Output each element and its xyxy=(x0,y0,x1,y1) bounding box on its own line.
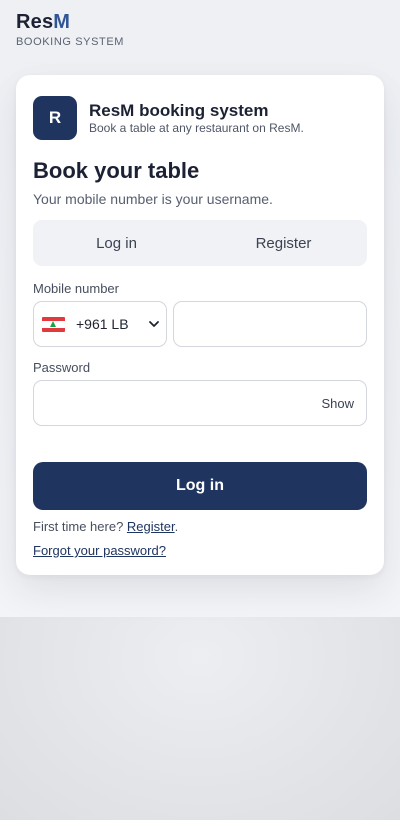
show-password-toggle[interactable]: Show xyxy=(321,396,354,412)
page-title: Book your table xyxy=(33,158,200,183)
page-footer-area xyxy=(0,617,400,820)
first-time-text: First time here? Register. xyxy=(33,519,178,535)
password-input[interactable] xyxy=(34,381,314,425)
restaurant-logo-badge: R xyxy=(33,96,77,140)
tab-log-in[interactable]: Log in xyxy=(33,220,200,266)
brand-logo-text[interactable]: ResM xyxy=(16,10,124,34)
card-subtitle: Book a table at any restaurant on ResM. xyxy=(89,121,304,135)
lebanon-flag-icon xyxy=(42,316,65,332)
login-card: R ResM booking system Book a table at an… xyxy=(16,75,384,575)
page-subtitle: Your mobile number is your username. xyxy=(33,191,273,207)
log-in-button[interactable]: Log in xyxy=(33,462,367,510)
forgot-password-link[interactable]: Forgot your password? xyxy=(33,543,166,558)
forgot-password-row: Forgot your password? xyxy=(33,543,166,559)
register-link[interactable]: Register xyxy=(127,519,175,534)
mobile-number-label: Mobile number xyxy=(33,281,119,296)
mobile-number-input[interactable] xyxy=(173,301,367,347)
country-code-value: +961 LB xyxy=(76,316,129,332)
chevron-down-icon xyxy=(149,321,159,327)
card-header: R ResM booking system Book a table at an… xyxy=(33,96,304,140)
brand-subtitle: BOOKING SYSTEM xyxy=(16,36,125,48)
tab-register[interactable]: Register xyxy=(200,220,367,266)
auth-tabs: Log in Register xyxy=(33,220,367,266)
password-label: Password xyxy=(33,360,91,375)
brand-name-accent: M xyxy=(53,11,71,33)
password-field: Show xyxy=(33,380,367,426)
first-time-suffix: . xyxy=(174,519,179,534)
card-title: ResM booking system xyxy=(89,101,269,120)
brand-name-main: Res xyxy=(16,11,54,33)
country-code-select[interactable]: +961 LB xyxy=(33,301,167,347)
first-time-prefix: First time here? xyxy=(33,519,127,534)
brand-header: ResM BOOKING SYSTEM xyxy=(16,10,124,49)
